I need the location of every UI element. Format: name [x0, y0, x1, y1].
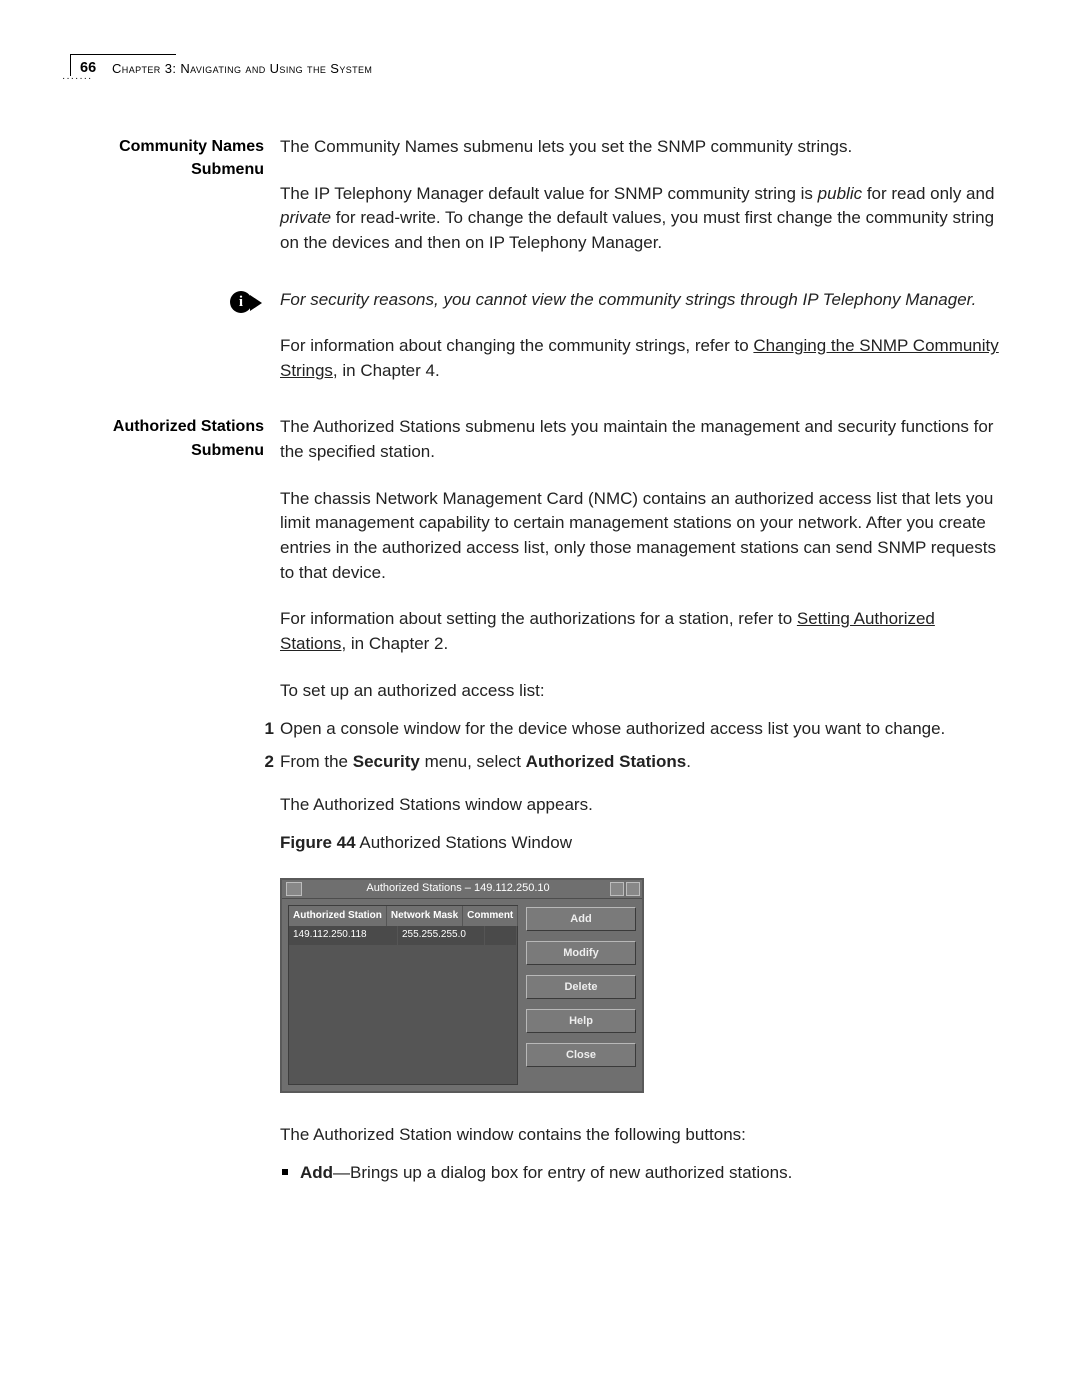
figure-help-button: Help [526, 1009, 636, 1033]
side-line1: Community Names [80, 135, 264, 158]
figure-titlebar: Authorized Stations – 149.112.250.10 [282, 880, 642, 899]
page-number: 66 [80, 58, 96, 79]
auth-p4: To set up an authorized access list: [280, 679, 1000, 704]
figure-window: Authorized Stations – 149.112.250.10 Aut… [280, 878, 644, 1093]
section-heading-community: Community Names Submenu [80, 135, 280, 181]
maximize-icon [626, 882, 640, 896]
cell-station: 149.112.250.118 [289, 926, 398, 945]
community-p1: The Community Names submenu lets you set… [280, 135, 1000, 160]
cell-comment [485, 926, 517, 945]
auth-p5: The Authorized Stations window appears. [280, 793, 1000, 818]
chapter-label: Chapter 3: Navigating and Using the Syst… [112, 61, 372, 76]
auth-p3: For information about setting the author… [280, 607, 1000, 656]
col-comment: Comment [463, 906, 518, 927]
figure-title: Authorized Stations – 149.112.250.10 [306, 881, 610, 897]
system-menu-icon [286, 882, 302, 896]
info-icon: i [230, 288, 264, 318]
cell-mask: 255.255.255.0 [398, 926, 485, 945]
auth-p2: The chassis Network Management Card (NMC… [280, 487, 1000, 586]
figure-add-button: Add [526, 907, 636, 931]
header-rule [70, 54, 176, 55]
figure-modify-button: Modify [526, 941, 636, 965]
col-network-mask: Network Mask [387, 906, 463, 927]
step-2: 2 From the Security menu, select Authori… [260, 750, 1000, 775]
auth-p6: The Authorized Station window contains t… [280, 1123, 1000, 1148]
table-row: 149.112.250.118 255.255.255.0 [289, 926, 517, 945]
col-auth-station: Authorized Station [289, 906, 387, 927]
figure-delete-button: Delete [526, 975, 636, 999]
minimize-icon [610, 882, 624, 896]
side-line1-auth: Authorized Stations [80, 415, 264, 438]
figure-table: Authorized Station Network Mask Comment … [288, 905, 518, 1085]
info-icon-container: i [80, 288, 280, 325]
community-note: For security reasons, you cannot view th… [280, 288, 1000, 313]
bullet-add: Add—Brings up a dialog box for entry of … [278, 1161, 1000, 1186]
side-line2: Submenu [80, 158, 264, 181]
step-1: 1 Open a console window for the device w… [260, 717, 1000, 742]
figure-close-button: Close [526, 1043, 636, 1067]
section-heading-auth: Authorized Stations Submenu [80, 415, 280, 461]
community-p3: For information about changing the commu… [280, 334, 1000, 383]
community-p2: The IP Telephony Manager default value f… [280, 182, 1000, 256]
auth-p1: The Authorized Stations submenu lets you… [280, 415, 1000, 464]
side-line2-auth: Submenu [80, 439, 264, 462]
chapter-line: Chapter 3: Navigating and Using the Syst… [112, 60, 372, 79]
figure-caption: Figure 44 Authorized Stations Window [280, 831, 1000, 856]
